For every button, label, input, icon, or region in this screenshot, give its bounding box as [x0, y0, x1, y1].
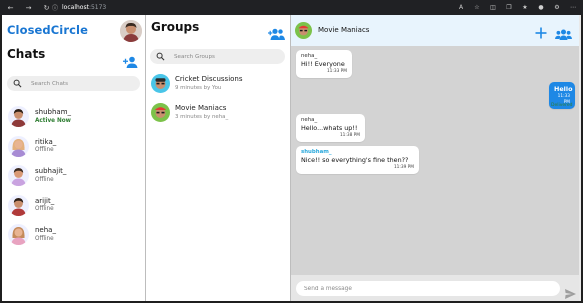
more-icon[interactable]: ⋯ — [569, 3, 577, 11]
forward-icon[interactable]: → — [24, 3, 33, 12]
message-time: 11:33 PM — [326, 69, 347, 74]
message-text: Hello...whats up!! — [301, 124, 358, 132]
group-meta: 9 minutes by You — [175, 85, 222, 91]
chat-list: shubham_ Active Now ritika_ Offline subh… — [2, 103, 146, 251]
favorites-bar-icon[interactable]: ★ — [521, 3, 529, 11]
group-add-icon[interactable] — [268, 25, 285, 40]
message-composer — [291, 275, 581, 301]
group-search-input[interactable] — [150, 49, 285, 64]
avatar — [8, 165, 29, 186]
address-bar[interactable]: ⓘ localhost:5173 — [52, 3, 106, 12]
chat-name: subhajit_ — [35, 167, 67, 175]
chat-status: Offline — [35, 206, 54, 212]
brand-logo: ClosedCircle — [7, 23, 88, 37]
chat-status: Active Now — [35, 117, 71, 124]
conversation-header: Movie Maniacs — [291, 15, 581, 46]
group-name: Movie Maniacs — [175, 104, 227, 112]
group-meta: 3 minutes by neha_ — [175, 114, 229, 120]
message-incoming: neha_ Hi!! Everyone 11:33 PM — [296, 50, 352, 78]
message-text: Hi!! Everyone — [301, 60, 345, 68]
browser-toolbar: ← → ↻ ⓘ localhost:5173 A ☆ ◫ ❐ ★ ● ⚙ ⋯ — [0, 0, 583, 15]
chat-search-input[interactable] — [7, 76, 140, 91]
group-item-movie-maniacs[interactable]: Movie Maniacs 3 minutes by neha_ — [146, 101, 291, 130]
read-aloud-icon[interactable]: A — [457, 3, 465, 11]
refresh-icon[interactable]: ↻ — [42, 3, 51, 12]
delivered-status: Delivered — [551, 103, 573, 108]
chat-name: ritika_ — [35, 137, 57, 146]
split-screen-icon[interactable]: ◫ — [489, 3, 497, 11]
scrollbar[interactable] — [579, 15, 581, 301]
message-time: 11:39 PM — [393, 165, 414, 170]
message-time: 11:38 PM — [339, 133, 360, 138]
group-icon[interactable] — [555, 25, 572, 40]
favorite-icon[interactable]: ☆ — [473, 3, 481, 11]
chat-name: shubham_ — [35, 108, 72, 116]
message-sender: neha_ — [301, 117, 318, 123]
message-text: Nice!! so everything's fine then?? — [301, 156, 409, 164]
chat-item-ritika[interactable]: ritika_ Offline — [2, 133, 146, 163]
message-text: Hello — [554, 85, 573, 93]
avatar — [8, 224, 29, 245]
message-incoming: neha_ Hello...whats up!! 11:38 PM — [296, 114, 365, 142]
profile-icon[interactable]: ● — [537, 3, 545, 11]
info-icon[interactable]: ⓘ — [52, 3, 58, 12]
chat-item-neha[interactable]: neha_ Offline — [2, 221, 146, 251]
chat-name: arijit_ — [35, 196, 55, 205]
group-item-cricket[interactable]: Cricket Discussions 9 minutes by You — [146, 72, 291, 101]
url-host: localhost — [62, 4, 89, 11]
chat-name: neha_ — [35, 226, 56, 234]
collections-icon[interactable]: ❐ — [505, 3, 513, 11]
group-avatar — [151, 74, 170, 93]
avatar — [8, 135, 29, 157]
conversation-panel: Movie Maniacs neha_ Hi!! Everyone 11:33 … — [291, 15, 581, 301]
plus-icon[interactable] — [535, 24, 547, 39]
avatar — [8, 106, 29, 127]
group-name: Cricket Discussions — [175, 75, 243, 83]
avatar — [8, 194, 29, 216]
message-sender: neha_ — [301, 53, 318, 59]
url-port: :5173 — [88, 4, 107, 11]
extensions-icon[interactable]: ⚙ — [553, 3, 561, 11]
chat-status: Offline — [35, 147, 54, 153]
groups-title: Groups — [151, 20, 200, 34]
search-icon — [13, 79, 22, 88]
send-icon[interactable] — [565, 284, 576, 299]
group-avatar[interactable] — [295, 22, 312, 39]
chats-title: Chats — [7, 47, 46, 61]
conversation-title: Movie Maniacs — [318, 26, 370, 34]
chat-search — [7, 76, 140, 91]
chat-item-shubham[interactable]: shubham_ Active Now — [2, 103, 146, 133]
chat-status: Offline — [35, 235, 54, 242]
chat-status: Offline — [35, 176, 54, 183]
back-icon[interactable]: ← — [6, 3, 15, 12]
message-sender: shubham_ — [301, 149, 332, 155]
message-incoming: shubham_ Nice!! so everything's fine the… — [296, 146, 419, 174]
person-add-icon[interactable] — [123, 53, 138, 68]
search-icon — [156, 52, 165, 61]
browser-tools: A ☆ ◫ ❐ ★ ● ⚙ ⋯ — [457, 3, 577, 11]
current-user-avatar[interactable] — [120, 20, 142, 42]
group-avatar — [151, 103, 170, 122]
group-list: Cricket Discussions 9 minutes by You Mov… — [146, 72, 291, 130]
message-input[interactable] — [296, 281, 560, 296]
browser-nav: ← → ↻ — [6, 3, 51, 12]
chat-item-subhajit[interactable]: subhajit_ Offline — [2, 162, 146, 192]
chat-item-arijit[interactable]: arijit_ Offline — [2, 192, 146, 222]
group-search — [150, 49, 285, 64]
chats-panel: ClosedCircle Chats Search Chats shubham_… — [2, 15, 146, 301]
groups-panel: Groups Cricket Discussions 9 minutes by … — [146, 15, 291, 301]
app-window: ClosedCircle Chats Search Chats shubham_… — [2, 15, 581, 301]
